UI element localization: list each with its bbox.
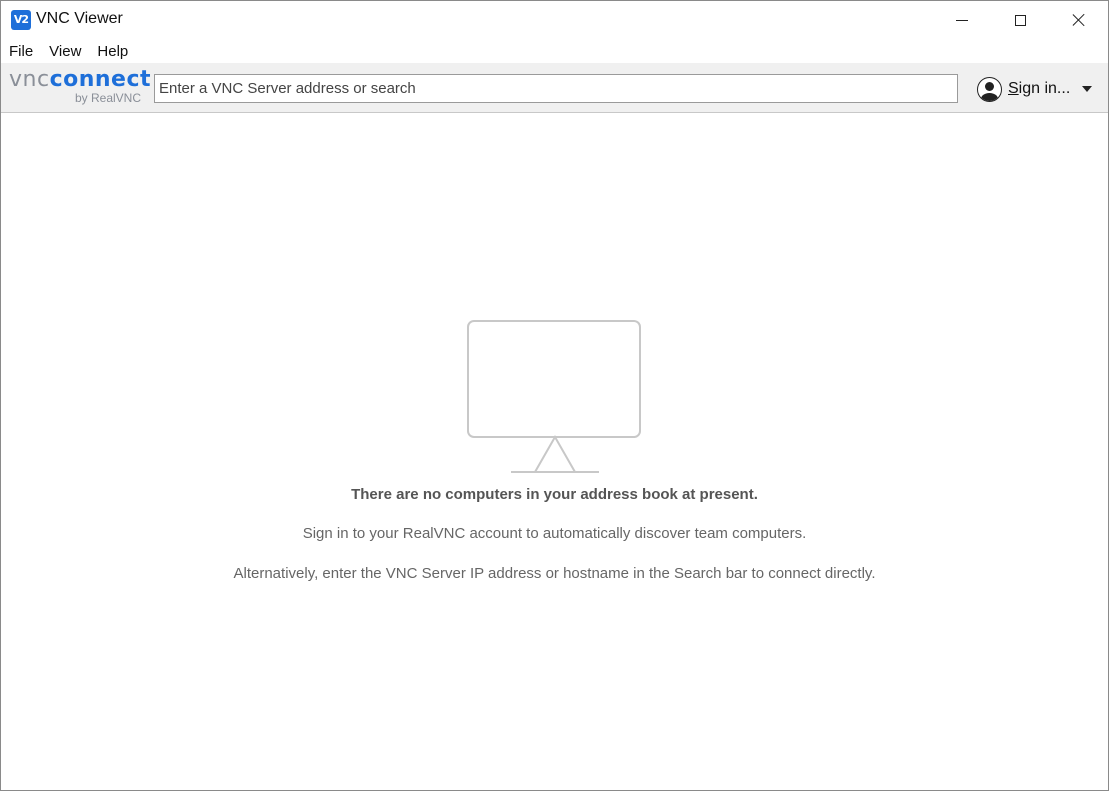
minimize-button[interactable] <box>933 1 991 39</box>
maximize-icon <box>1014 14 1026 26</box>
chevron-down-icon[interactable] <box>1082 86 1093 92</box>
sign-in-accel: S <box>1008 80 1019 97</box>
minimize-icon <box>956 19 968 21</box>
menu-view[interactable]: View <box>48 41 82 62</box>
close-icon <box>1072 13 1086 27</box>
address-book-area: There are no computers in your address b… <box>1 114 1108 790</box>
logo-wordmark: vncconnect <box>9 67 151 92</box>
logo-byline: by RealVNC <box>74 91 141 105</box>
menu-file[interactable]: File <box>8 41 34 62</box>
user-avatar-icon <box>977 76 1002 102</box>
vnc-app-icon: V2 <box>11 10 31 30</box>
search-input[interactable] <box>154 74 958 103</box>
empty-state-search-hint: Alternatively, enter the VNC Server IP a… <box>233 565 876 582</box>
maximize-button[interactable] <box>991 1 1049 39</box>
menu-bar: File View Help <box>1 39 1108 63</box>
vnc-viewer-window: V2 VNC Viewer File View Help vncconnect … <box>0 0 1109 791</box>
menu-help[interactable]: Help <box>96 41 129 62</box>
close-button[interactable] <box>1050 1 1108 39</box>
window-title: VNC Viewer <box>36 10 123 27</box>
empty-state-title: There are no computers in your address b… <box>351 486 758 503</box>
title-bar[interactable]: V2 VNC Viewer <box>1 1 1108 39</box>
monitor-icon <box>467 320 641 473</box>
empty-state-signin-hint: Sign in to your RealVNC account to autom… <box>302 525 807 542</box>
sign-in-label: Sign in... <box>1008 80 1070 98</box>
sign-in-rest: ign in... <box>1018 80 1071 97</box>
vnc-connect-logo: vncconnect by RealVNC <box>9 67 151 107</box>
sign-in-button[interactable]: Sign in... <box>977 75 1093 103</box>
toolbar: vncconnect by RealVNC Sign in... <box>1 63 1108 113</box>
logo-vnc-text: vnc <box>9 67 50 92</box>
logo-connect-text: connect <box>49 67 152 92</box>
